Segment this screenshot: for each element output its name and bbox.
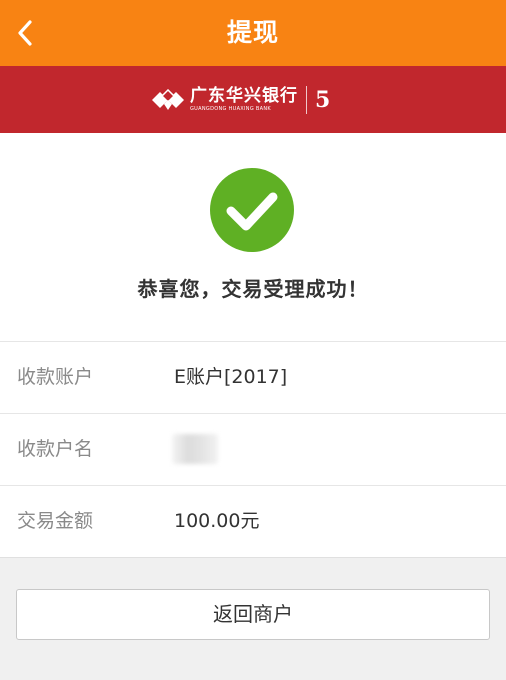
detail-value: E账户[2017] xyxy=(174,366,288,388)
page-title: 提现 xyxy=(226,18,279,47)
top-nav-bar: 提现 xyxy=(0,0,506,66)
detail-row-account: 收款账户 E账户[2017] xyxy=(0,341,506,413)
success-panel: 恭喜您，交易受理成功！ xyxy=(0,133,506,341)
bank-logo-divider xyxy=(306,86,307,114)
detail-label: 收款账户 xyxy=(17,366,94,388)
transaction-details: 收款账户 E账户[2017] 收款户名 交易金额 100.00元 xyxy=(0,341,506,558)
detail-row-account-name: 收款户名 xyxy=(0,413,506,485)
detail-label: 交易金额 xyxy=(17,510,94,532)
return-to-merchant-button[interactable]: 返回商户 xyxy=(16,589,490,640)
bank-badge: 5 xyxy=(315,87,331,113)
bank-emblem-icon xyxy=(152,89,184,110)
check-circle-icon xyxy=(210,168,294,252)
bank-banner: 广东华兴银行 GUANGDONG HUAXING BANK 5 xyxy=(0,66,506,133)
bank-name-english: GUANGDONG HUAXING BANK xyxy=(190,106,271,112)
redacted-account-name xyxy=(172,434,218,464)
bank-name-chinese: 广东华兴银行 xyxy=(190,86,298,106)
success-message: 恭喜您，交易受理成功！ xyxy=(137,277,369,301)
detail-value: 100.00元 xyxy=(174,510,260,532)
detail-label: 收款户名 xyxy=(17,438,94,460)
detail-row-amount: 交易金额 100.00元 xyxy=(0,485,506,558)
bank-logo: 广东华兴银行 GUANGDONG HUAXING BANK 5 xyxy=(152,83,330,117)
